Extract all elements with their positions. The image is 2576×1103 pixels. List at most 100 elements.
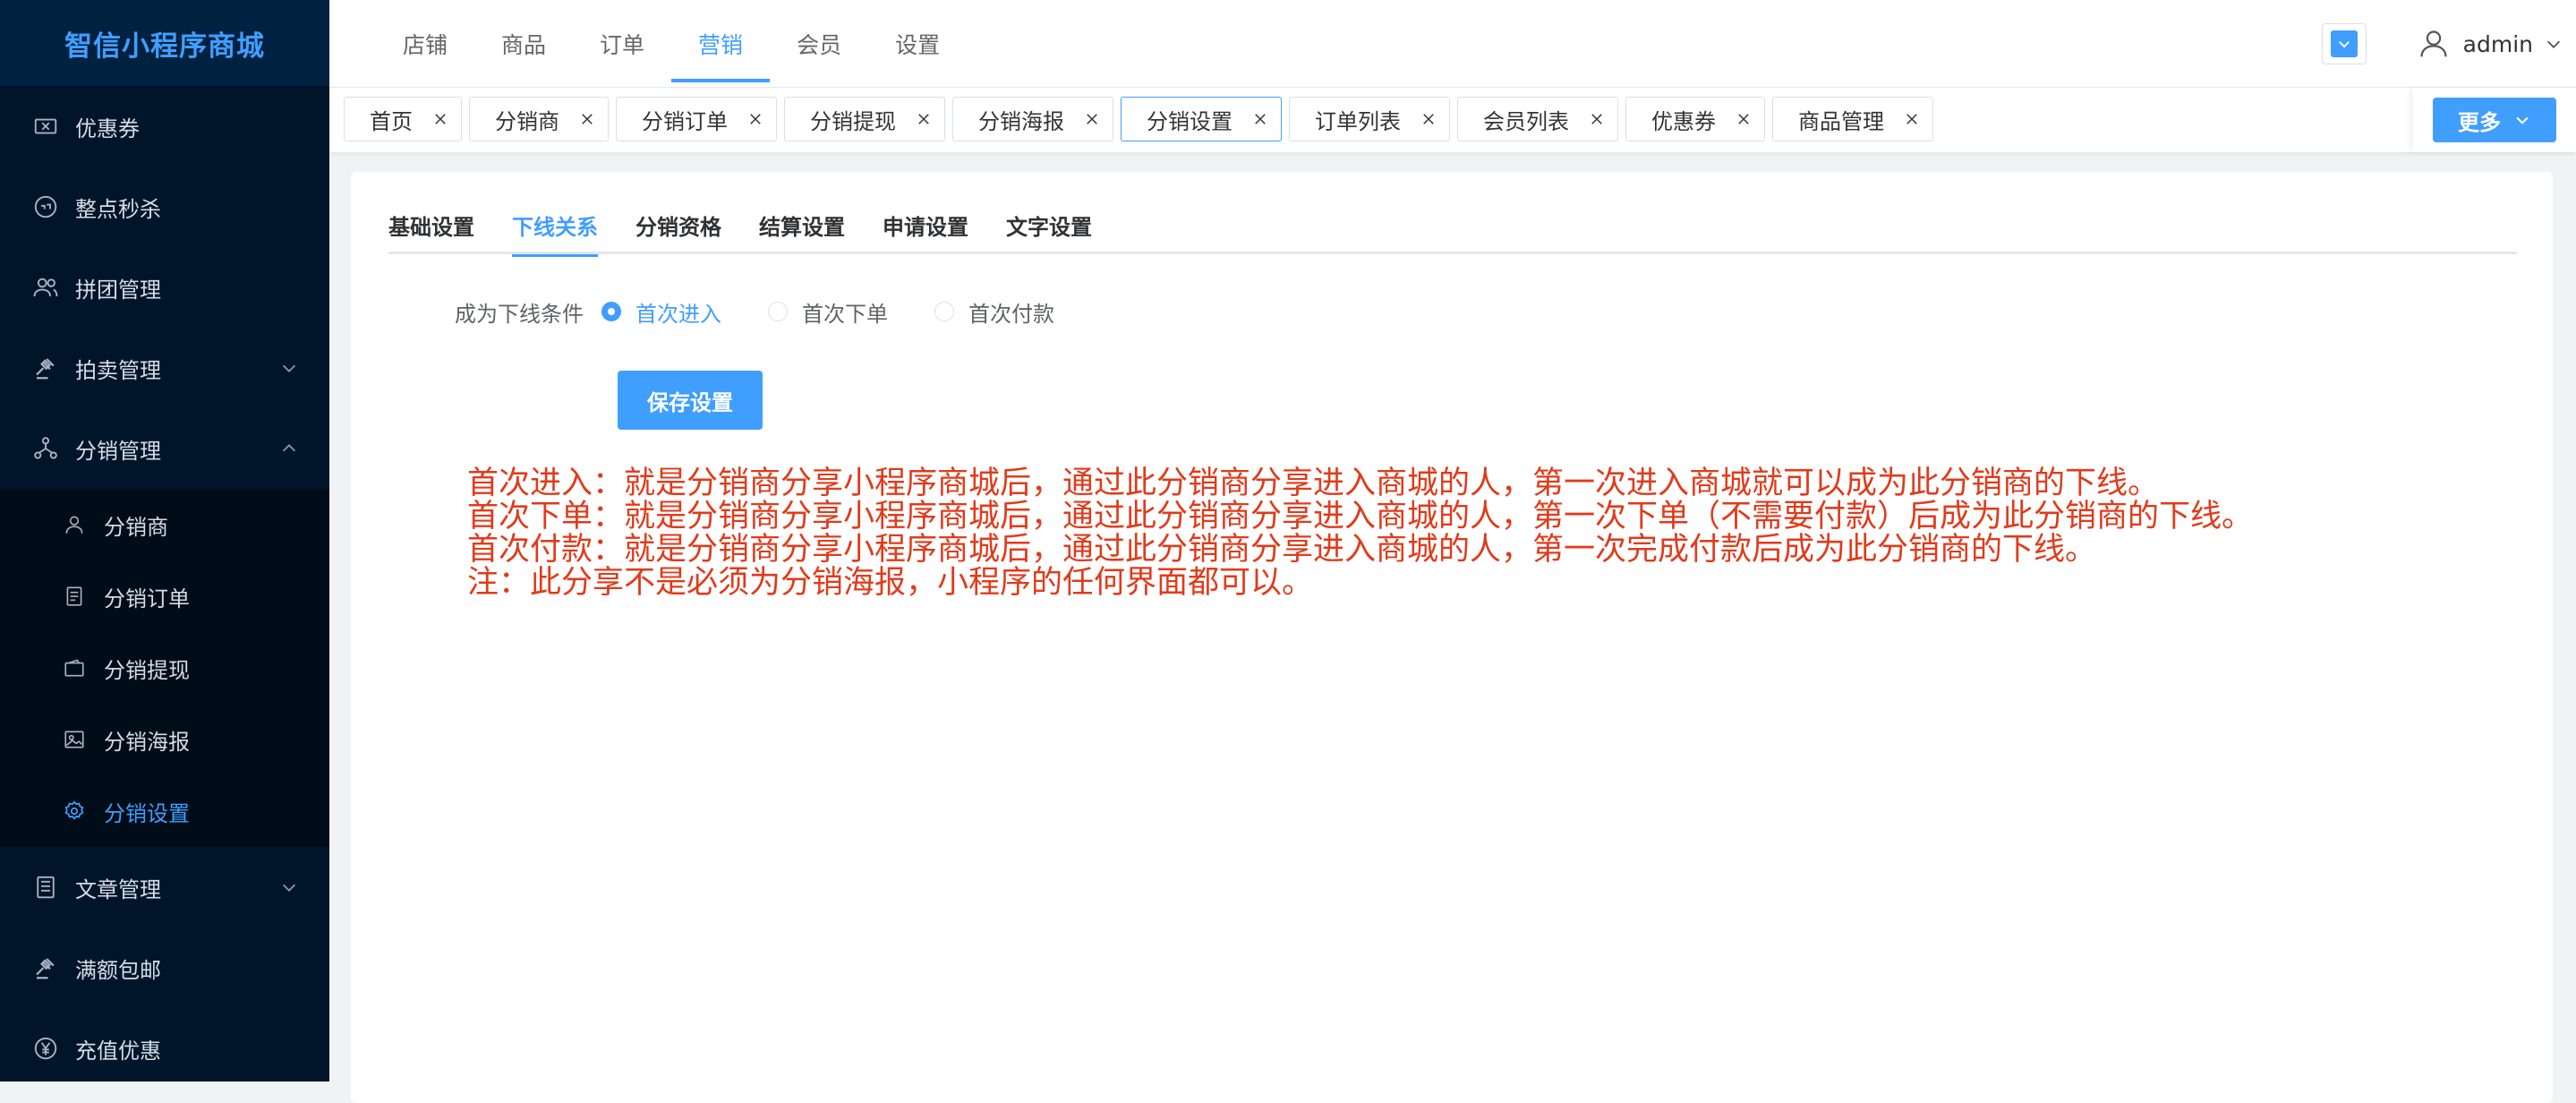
tag-label: 会员列表 — [1483, 108, 1569, 134]
radio-label: 首次进入 — [635, 301, 721, 327]
tab-downline-relation[interactable]: 下线关系 — [512, 209, 598, 257]
sidebar-item-group-buy[interactable]: 拼团管理 — [0, 247, 329, 328]
chevron-up-icon — [282, 444, 296, 452]
sidebar: 智信小程序商城 优惠券 整点秒杀 拼团管理 拍卖管理 分销管理 分销商 分销订单… — [0, 0, 329, 1082]
user-icon — [61, 511, 88, 538]
tags-list: 首页 分销商 分销订单 分销提现 分销海报 分销设置 订单列表 会员列表 优惠券… — [344, 97, 1941, 141]
sidebar-subitem-settings[interactable]: 分销设置 — [0, 775, 329, 847]
tag-goods-management[interactable]: 商品管理 — [1772, 97, 1933, 141]
sidebar-subitem-label: 分销海报 — [104, 729, 190, 755]
more-button[interactable]: 更多 — [2433, 98, 2556, 142]
tag-label: 分销设置 — [1147, 108, 1233, 134]
sidebar-item-distribution[interactable]: 分销管理 — [0, 408, 329, 489]
close-icon[interactable] — [916, 111, 932, 127]
tab-text-settings[interactable]: 文字设置 — [1006, 209, 1092, 254]
chevron-down-icon — [282, 364, 296, 372]
tag-coupon[interactable]: 优惠券 — [1625, 97, 1765, 141]
distribution-submenu: 分销商 分销订单 分销提现 分销海报 分销设置 — [0, 489, 329, 847]
settings-card: 基础设置 下线关系 分销资格 结算设置 申请设置 文字设置 成为下线条件 首次进… — [351, 172, 2553, 1103]
close-icon[interactable] — [1084, 111, 1100, 127]
close-icon[interactable] — [1420, 111, 1437, 127]
sidebar-item-flash-sale[interactable]: 整点秒杀 — [0, 167, 329, 247]
radio-dot — [601, 302, 621, 321]
radio-first-payment[interactable]: 首次付款 — [934, 296, 1054, 328]
downline-condition-label: 成为下线条件 — [455, 301, 584, 327]
sidebar-subitem-label: 分销订单 — [104, 586, 190, 611]
sidebar-item-free-shipping[interactable]: 满额包邮 — [0, 928, 329, 1008]
sidebar-item-label: 分销管理 — [75, 438, 161, 464]
tag-member-list[interactable]: 会员列表 — [1457, 97, 1618, 141]
coupon-icon — [30, 111, 61, 141]
radio-label: 首次下单 — [802, 301, 888, 327]
shipping-icon — [30, 953, 61, 983]
sidebar-item-recharge[interactable]: 充值优惠 — [0, 1008, 329, 1089]
tag-distributor[interactable]: 分销商 — [469, 97, 609, 141]
tag-home[interactable]: 首页 — [344, 97, 462, 141]
sidebar-subitem-label: 分销提现 — [104, 657, 190, 683]
close-icon[interactable] — [1589, 111, 1605, 127]
image-icon — [61, 726, 88, 753]
header-right: admin — [2321, 0, 2576, 88]
sidebar-item-label: 拼团管理 — [75, 277, 161, 303]
sidebar-subitem-label: 分销设置 — [104, 800, 190, 826]
sidebar-subitem-orders[interactable]: 分销订单 — [0, 560, 329, 632]
sidebar-item-article[interactable]: 文章管理 — [0, 847, 329, 928]
sidebar-item-coupon[interactable]: 优惠券 — [0, 86, 329, 167]
tab-distribution-qualification[interactable]: 分销资格 — [635, 209, 721, 254]
close-icon[interactable] — [579, 111, 595, 127]
radio-first-order[interactable]: 首次下单 — [768, 296, 888, 328]
tag-label: 商品管理 — [1798, 108, 1884, 134]
tag-order-list[interactable]: 订单列表 — [1289, 97, 1450, 141]
downline-condition-row: 成为下线条件 首次进入 首次下单 首次付款 — [351, 294, 1101, 329]
top-nav-goods[interactable]: 商品 — [474, 0, 573, 88]
sidebar-item-label: 充值优惠 — [75, 1038, 161, 1064]
tag-label: 分销订单 — [642, 108, 728, 134]
tag-distribution-orders[interactable]: 分销订单 — [616, 97, 777, 141]
header-dropdown-button[interactable] — [2321, 23, 2367, 64]
article-icon — [30, 872, 61, 902]
tab-application-settings[interactable]: 申请设置 — [883, 209, 968, 254]
tag-distribution-withdraw[interactable]: 分销提现 — [784, 97, 945, 141]
sidebar-item-label: 拍卖管理 — [75, 357, 161, 383]
tag-label: 分销商 — [495, 108, 559, 134]
more-label: 更多 — [2458, 109, 2501, 135]
top-nav-settings[interactable]: 设置 — [868, 0, 967, 88]
top-nav-orders[interactable]: 订单 — [573, 0, 671, 88]
sidebar-subitem-distributor[interactable]: 分销商 — [0, 489, 329, 560]
tag-distribution-settings[interactable]: 分销设置 — [1121, 97, 1282, 141]
chevron-down-icon — [2330, 30, 2358, 57]
tag-distribution-poster[interactable]: 分销海报 — [952, 97, 1113, 141]
close-icon[interactable] — [1904, 111, 1920, 127]
document-icon — [61, 583, 88, 610]
top-nav: 店铺 商品 订单 营销 会员 设置 — [376, 0, 967, 88]
settings-tabs: 基础设置 下线关系 分销资格 结算设置 申请设置 文字设置 — [388, 209, 2517, 257]
tag-label: 分销提现 — [810, 108, 896, 134]
tag-label: 分销海报 — [978, 108, 1064, 134]
gear-icon — [61, 798, 88, 825]
tab-basic-settings[interactable]: 基础设置 — [388, 209, 474, 254]
sidebar-item-label: 满额包邮 — [75, 957, 161, 983]
chevron-down-icon — [2546, 40, 2561, 48]
note-line: 首次付款：就是分销商分享小程序商城后，通过此分销商分享进入商城的人，第一次完成付… — [467, 532, 2097, 568]
close-icon[interactable] — [747, 111, 763, 127]
tags-view-bar: 首页 分销商 分销订单 分销提现 分销海报 分销设置 订单列表 会员列表 优惠券… — [329, 88, 2576, 152]
note-line: 首次下单：就是分销商分享小程序商城后，通过此分销商分享进入商城的人，第一次下单（… — [467, 499, 2254, 534]
save-settings-button[interactable]: 保存设置 — [618, 371, 763, 430]
sidebar-subitem-withdraw[interactable]: 分销提现 — [0, 632, 329, 704]
top-nav-members[interactable]: 会员 — [770, 0, 868, 88]
tab-settlement-settings[interactable]: 结算设置 — [759, 209, 845, 254]
top-nav-marketing[interactable]: 营销 — [671, 0, 771, 88]
sidebar-item-label: 文章管理 — [75, 876, 161, 902]
group-icon — [30, 272, 61, 303]
close-icon[interactable] — [1736, 111, 1752, 127]
user-menu[interactable]: admin — [2417, 27, 2563, 61]
sidebar-subitem-poster[interactable]: 分销海报 — [0, 704, 329, 775]
close-icon[interactable] — [1252, 111, 1268, 127]
brand-title: 智信小程序商城 — [0, 0, 329, 86]
radio-label: 首次付款 — [968, 301, 1054, 327]
sidebar-item-auction[interactable]: 拍卖管理 — [0, 328, 329, 408]
top-nav-shop[interactable]: 店铺 — [376, 0, 474, 88]
close-icon[interactable] — [432, 111, 448, 127]
radio-first-visit[interactable]: 首次进入 — [601, 296, 721, 328]
note-line: 首次进入：就是分销商分享小程序商城后，通过此分销商分享进入商城的人，第一次进入商… — [467, 466, 2160, 501]
